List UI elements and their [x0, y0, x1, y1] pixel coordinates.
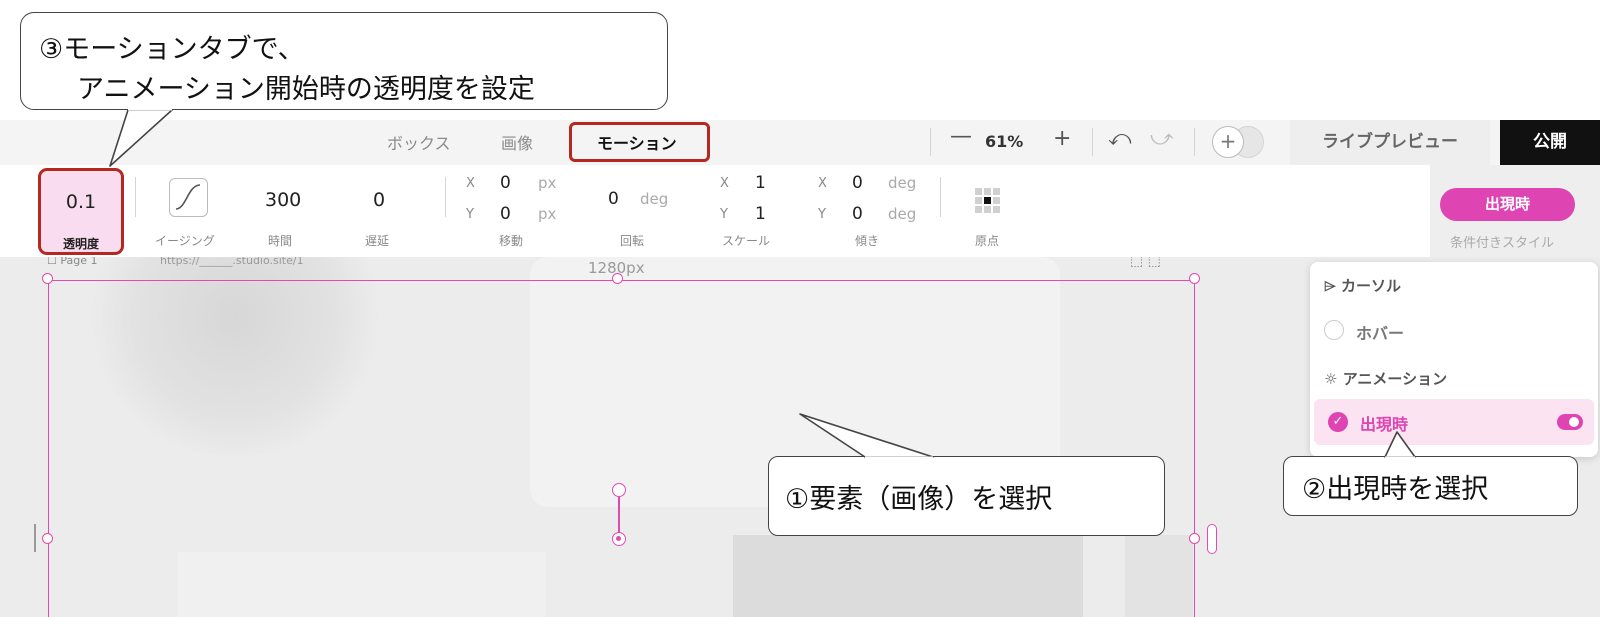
cursor-section: ⌲ カーソル: [1324, 275, 1401, 296]
origin-grid-icon[interactable]: [975, 188, 1000, 213]
page-url: https://______.studio.site/1: [160, 257, 304, 267]
hover-option[interactable]: ホバー: [1356, 320, 1404, 344]
width-resize-bar[interactable]: [1207, 524, 1217, 554]
scale-label: スケール: [722, 234, 771, 248]
resize-handle-right[interactable]: [1189, 533, 1200, 544]
resize-handle-top-left[interactable]: [42, 273, 53, 284]
appear-option[interactable]: ✓ 出現時: [1314, 399, 1594, 445]
scale-x-value[interactable]: 1: [755, 173, 766, 193]
live-preview-button[interactable]: ライブプレビュー: [1290, 120, 1490, 165]
add-collaborator-button[interactable]: +: [1212, 126, 1244, 158]
annotation-callout-step3: ③モーションタブで、 アニメーション開始時の透明度を設定: [20, 12, 668, 110]
animation-section: ☼ アニメーション: [1324, 368, 1447, 389]
annotation-callout-step2: ②出現時を選択: [1283, 456, 1578, 516]
rotate-unit: deg: [640, 190, 669, 208]
appear-option-label: 出現時: [1360, 415, 1409, 434]
opacity-label: 透明度: [62, 237, 99, 251]
state-dropdown: ⌲ カーソル ホバー ☼ アニメーション ✓ 出現時: [1310, 262, 1598, 457]
appear-toggle[interactable]: [1557, 414, 1583, 430]
check-icon: ✓: [1328, 412, 1348, 432]
scale-y-value[interactable]: 1: [755, 204, 766, 224]
origin-label: 原点: [975, 234, 1000, 248]
delay-label: 遅延: [365, 234, 390, 248]
appear-state-button[interactable]: 出現時: [1440, 188, 1575, 221]
move-x-value[interactable]: 0: [500, 173, 511, 193]
props-divider: [135, 177, 136, 217]
page-tab[interactable]: ☐ Page 1: [47, 257, 97, 267]
annotation-step3-line1: ③モーションタブで、: [39, 34, 305, 65]
motion-tab-annotation-frame: [569, 122, 710, 162]
move-x-axis: X: [466, 176, 475, 191]
zoom-in-button[interactable]: +: [1053, 126, 1071, 151]
canvas-corner-icons[interactable]: ⬚ ⬚: [1130, 257, 1161, 269]
zoom-level: 61%: [985, 132, 1024, 151]
tab-box[interactable]: ボックス: [387, 130, 451, 154]
easing-label: イージング: [155, 234, 215, 248]
move-y-unit: px: [538, 205, 557, 223]
move-label: 移動: [499, 234, 524, 248]
delay-value[interactable]: 0: [373, 189, 385, 211]
props-divider: [940, 177, 941, 217]
annotation-step3-line2: アニメーション開始時の透明度を設定: [77, 74, 535, 105]
top-toolbar: ボックス 画像 モーション — 61% + ⤺ ⤻ + ライブプレビュー 公開: [0, 120, 1600, 165]
cursor-icon: ⌲: [1324, 277, 1336, 295]
scale-x-axis: X: [720, 176, 729, 191]
rotate-value[interactable]: 0: [608, 189, 619, 209]
hover-radio[interactable]: [1324, 320, 1344, 340]
opacity-value[interactable]: 0.1: [41, 191, 121, 213]
cursor-section-label: カーソル: [1340, 277, 1401, 295]
move-x-unit: px: [538, 174, 557, 192]
annotation-callout-step1: ①要素（画像）を選択: [768, 456, 1165, 536]
motion-properties-bar: 0.1 透明度 イージング 300 時間 0 遅延 X 0 px Y 0 px …: [0, 165, 1600, 257]
scale-y-axis: Y: [720, 207, 728, 222]
move-y-value[interactable]: 0: [500, 204, 511, 224]
resize-handle-top-right[interactable]: [1189, 273, 1200, 284]
skew-y-unit: deg: [888, 205, 917, 223]
publish-button[interactable]: 公開: [1500, 120, 1600, 165]
resize-handle-top[interactable]: [612, 273, 623, 284]
skew-x-unit: deg: [888, 174, 917, 192]
rotation-origin-handle[interactable]: [612, 532, 626, 546]
canvas-left-guide: [34, 524, 36, 552]
animation-section-label: アニメーション: [1342, 370, 1448, 388]
annotation-step1: ①要素（画像）を選択: [785, 484, 1053, 515]
skew-label: 傾き: [855, 234, 880, 248]
skew-x-value[interactable]: 0: [852, 173, 863, 193]
toolbar-divider: [1194, 128, 1195, 156]
redo-icon[interactable]: ⤻: [1150, 126, 1174, 151]
skew-x-axis: X: [818, 176, 827, 191]
toolbar-divider: [1092, 128, 1093, 156]
props-divider: [445, 177, 446, 217]
opacity-property[interactable]: 0.1 透明度: [38, 168, 124, 255]
rotation-handle[interactable]: [612, 483, 626, 497]
resize-handle-left[interactable]: [42, 533, 53, 544]
selection-frame[interactable]: [48, 280, 1195, 617]
easing-curve-icon[interactable]: [169, 178, 208, 217]
skew-y-value[interactable]: 0: [852, 204, 863, 224]
annotation-step2: ②出現時を選択: [1302, 474, 1489, 505]
sun-icon: ☼: [1324, 370, 1338, 388]
skew-y-axis: Y: [818, 207, 826, 222]
duration-value[interactable]: 300: [265, 189, 301, 211]
move-y-axis: Y: [466, 207, 474, 222]
undo-icon[interactable]: ⤺: [1108, 126, 1132, 151]
conditional-style-label: 条件付きスタイル: [1450, 236, 1555, 251]
tab-image[interactable]: 画像: [501, 130, 533, 154]
zoom-out-button[interactable]: —: [950, 124, 972, 149]
rotate-label: 回転: [620, 234, 645, 248]
toolbar-divider: [930, 128, 931, 156]
duration-label: 時間: [268, 234, 293, 248]
